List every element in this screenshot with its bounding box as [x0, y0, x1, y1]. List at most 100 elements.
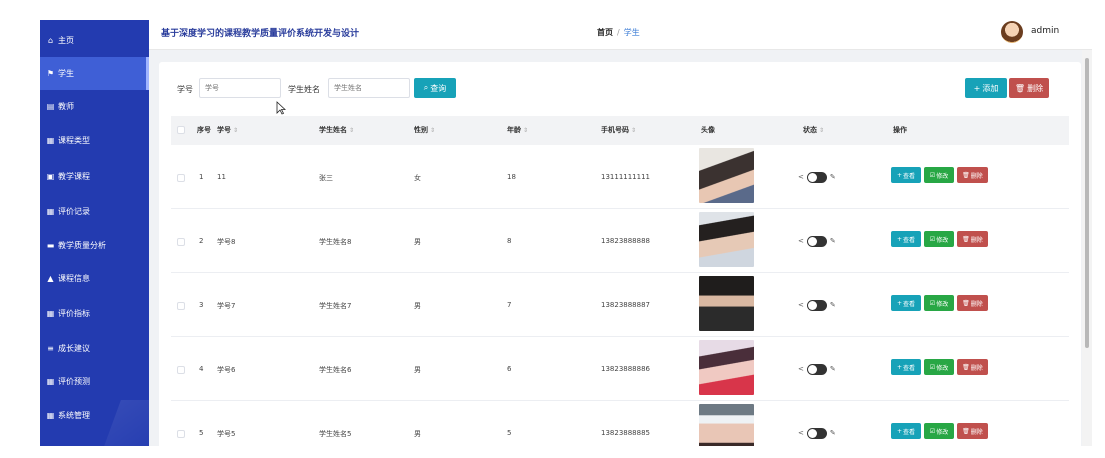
status-toggle[interactable] — [806, 171, 827, 183]
user-icon: ▲ — [47, 273, 54, 283]
batch-delete-button[interactable]: 🗑 删除 — [1009, 78, 1049, 98]
edit-button[interactable]: ☑ 修改 — [924, 231, 954, 247]
sidebar-item-students[interactable]: ⚑ 学生 — [40, 57, 149, 90]
search-icon: ⌕ — [423, 83, 429, 92]
col-student-name-label: 学生姓名 — [319, 126, 347, 134]
add-button[interactable]: + 添加 — [965, 78, 1007, 98]
cell-age: 6 — [507, 365, 512, 373]
row-checkbox[interactable] — [177, 366, 185, 374]
edit-button[interactable]: ☑ 修改 — [924, 423, 954, 439]
user-name[interactable]: admin — [1031, 26, 1059, 36]
trash-icon: 🗑 — [1014, 83, 1026, 93]
cell-phone: 13823888887 — [601, 301, 650, 309]
trash-icon: 🗑 — [962, 299, 970, 307]
table-row: 2 学号8 学生姓名8 男 8 13823888888 < ✎ + 查看 ☑ 修改 🗑… — [171, 209, 1069, 273]
sort-icon: ⇕ — [523, 127, 529, 134]
sidebar-item-evaluation-indicators[interactable]: ▦ 评价指标 — [40, 297, 149, 330]
delete-button[interactable]: 🗑 删除 — [957, 423, 988, 439]
add-button-label: 添加 — [982, 83, 999, 93]
edit-button-label: 修改 — [936, 172, 949, 180]
student-photo[interactable] — [699, 276, 754, 331]
sidebar-item-label: 评价指标 — [58, 309, 90, 318]
view-button[interactable]: + 查看 — [891, 295, 921, 311]
student-id-label: 学号 — [177, 85, 193, 94]
grid-icon: ▦ — [46, 206, 55, 216]
view-button[interactable]: + 查看 — [891, 423, 921, 439]
grid-icon: ▦ — [46, 376, 55, 386]
edit-button[interactable]: ☑ 修改 — [924, 295, 954, 311]
share-icon: < — [798, 429, 804, 437]
view-button[interactable]: + 查看 — [891, 231, 921, 247]
view-button-label: 查看 — [903, 236, 916, 244]
select-all-checkbox[interactable] — [177, 126, 185, 134]
student-id-input[interactable] — [199, 78, 281, 98]
sidebar-item-system-management[interactable]: ▦ 系统管理 — [40, 399, 149, 432]
cell-phone: 13823888885 — [601, 429, 650, 437]
avatar[interactable] — [1001, 21, 1023, 43]
cell-student-name: 张三 — [319, 174, 333, 182]
sort-icon: ⇕ — [631, 127, 637, 134]
status-toggle[interactable] — [806, 363, 827, 375]
cell-age: 7 — [507, 301, 512, 309]
col-student-name[interactable]: 学生姓名 ⇕ — [319, 125, 354, 135]
view-button[interactable]: + 查看 — [891, 167, 921, 183]
row-checkbox[interactable] — [177, 174, 185, 182]
student-photo[interactable] — [699, 148, 754, 203]
cell-index: 4 — [199, 365, 204, 373]
sidebar-item-growth-suggestions[interactable]: ≡ 成长建议 — [40, 332, 149, 365]
col-age[interactable]: 年龄 ⇕ — [507, 125, 528, 135]
sidebar-item-teaching-courses[interactable]: ▣ 教学课程 — [40, 160, 149, 193]
sidebar-item-home[interactable]: ⌂ 主页 — [40, 24, 149, 57]
status-toggle[interactable] — [806, 427, 827, 439]
share-icon: < — [798, 237, 804, 245]
content-card: 学号 学生姓名 ⌕ 查询 + 添加 🗑 删除 序号 学号⇕ 学生姓名⇕ 性别⇕ … — [159, 62, 1081, 446]
col-status[interactable]: 状态 ⇕ — [803, 125, 824, 135]
col-gender[interactable]: 性别 ⇕ — [414, 125, 435, 135]
sidebar-item-evaluation-records[interactable]: ▦ 评价记录 — [40, 195, 149, 228]
table-header: 序号 学号 ⇕ 学生姓名 ⇕ 性别 ⇕ 年龄 ⇕ 手机号码 ⇕ 头像 状态 ⇕ 操作 — [171, 116, 1069, 145]
trash-icon: 🗑 — [962, 171, 970, 179]
delete-button[interactable]: 🗑 删除 — [957, 295, 988, 311]
cell-student-name: 学生姓名8 — [319, 238, 352, 246]
col-student-id[interactable]: 学号 ⇕ — [217, 125, 238, 135]
sort-icon: ⇕ — [349, 127, 355, 134]
sidebar-item-course-info[interactable]: ▲ 课程信息 — [40, 262, 149, 295]
edit-button[interactable]: ☑ 修改 — [924, 359, 954, 375]
scrollbar-thumb[interactable] — [1085, 58, 1089, 348]
sidebar-item-label: 系统管理 — [58, 411, 90, 420]
delete-button[interactable]: 🗑 删除 — [957, 167, 988, 183]
sidebar-item-teachers[interactable]: ▤ 教师 — [40, 90, 149, 123]
edit-pen-icon: ✎ — [829, 301, 836, 309]
sidebar-item-quality-analysis[interactable]: ▬ 教学质量分析 — [40, 229, 149, 262]
cell-gender: 男 — [414, 430, 421, 438]
home-icon: ⌂ — [47, 35, 54, 45]
view-button[interactable]: + 查看 — [891, 359, 921, 375]
delete-button-label: 删除 — [970, 428, 983, 436]
row-checkbox[interactable] — [177, 430, 185, 438]
status-control: < ✎ — [798, 170, 848, 184]
cell-student-name: 学生姓名5 — [319, 430, 352, 438]
status-control: < ✎ — [798, 426, 848, 440]
sidebar-item-evaluation-prediction[interactable]: ▦ 评价预测 — [40, 365, 149, 398]
student-name-input[interactable] — [328, 78, 410, 98]
delete-button[interactable]: 🗑 删除 — [957, 359, 988, 375]
col-student-id-label: 学号 — [217, 126, 231, 134]
status-toggle[interactable] — [806, 235, 827, 247]
student-photo[interactable] — [699, 404, 754, 446]
cell-gender: 男 — [414, 366, 421, 374]
top-header: 基于深度学习的课程教学质量评价系统开发与设计 首页 / 学生 admin — [149, 20, 1092, 50]
edit-button[interactable]: ☑ 修改 — [924, 167, 954, 183]
student-photo[interactable] — [699, 212, 754, 267]
vertical-scrollbar[interactable] — [1082, 50, 1092, 446]
student-photo[interactable] — [699, 340, 754, 395]
status-toggle[interactable] — [806, 299, 827, 311]
trash-icon: 🗑 — [962, 363, 970, 371]
breadcrumb-home[interactable]: 首页 — [597, 28, 613, 37]
row-checkbox[interactable] — [177, 238, 185, 246]
sidebar-item-label: 教学质量分析 — [58, 241, 106, 250]
delete-button[interactable]: 🗑 删除 — [957, 231, 988, 247]
row-checkbox[interactable] — [177, 302, 185, 310]
sidebar-item-course-types[interactable]: ▦ 课程类型 — [40, 124, 149, 157]
col-phone[interactable]: 手机号码 ⇕ — [601, 125, 636, 135]
query-button[interactable]: ⌕ 查询 — [414, 78, 456, 98]
